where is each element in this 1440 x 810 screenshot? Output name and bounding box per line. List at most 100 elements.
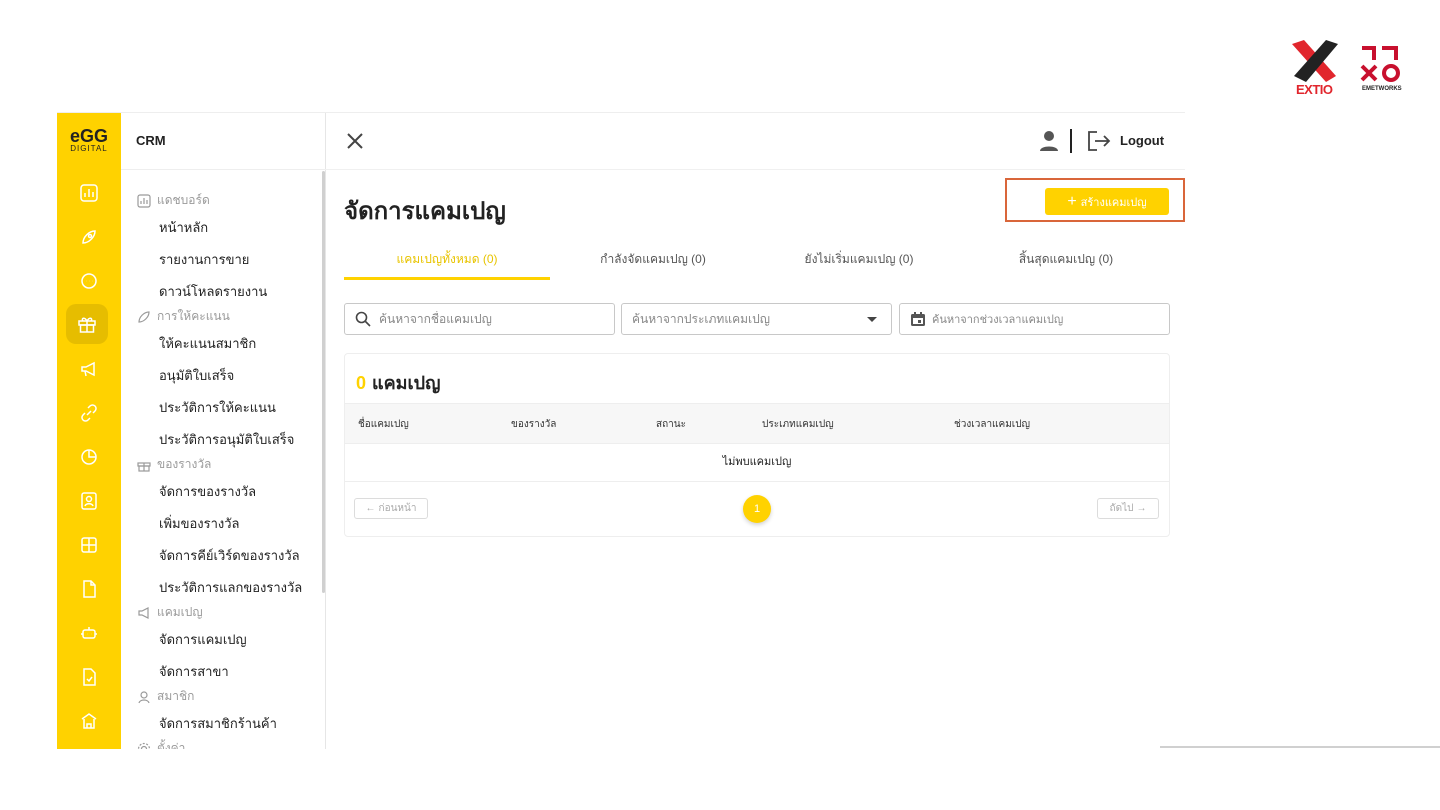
document-check-icon (83, 668, 96, 686)
column-header: ชื่อแคมเปญ (358, 419, 409, 430)
close-icon[interactable] (345, 131, 365, 151)
user-icon (138, 690, 150, 703)
extio-logo-text: EXTIO (1296, 82, 1333, 97)
egg-digital-logo[interactable]: eGG DIGITAL (57, 113, 121, 169)
search-name-input[interactable] (377, 311, 591, 327)
app-window: eGG DIGITAL CRM แดชบอร์ด หน้าหลัก รายงาน… (57, 112, 1440, 749)
rail-chat-button[interactable] (75, 267, 103, 295)
menu-item-redeem-history[interactable]: ประวัติการแลกของรางวัล (159, 577, 302, 598)
menu-section-label: แดชบอร์ด (157, 193, 210, 207)
rocket-icon (138, 310, 150, 323)
create-campaign-label: สร้างแคมเปญ (1080, 196, 1147, 209)
gear-icon (137, 742, 151, 749)
calendar-icon (911, 312, 925, 326)
tab-upcoming-campaigns[interactable]: ยังไม่เริ่มแคมเปญ (0) (756, 247, 962, 277)
menu-item-add-reward[interactable]: เพิ่มของรางวัล (159, 513, 240, 534)
menu-item-home[interactable]: หน้าหลัก (159, 217, 208, 238)
next-label: ถัดไป (1109, 503, 1134, 514)
rail-rewards-button[interactable] (66, 304, 108, 344)
topbar-divider (1070, 129, 1072, 153)
megaphone-icon (81, 361, 95, 377)
user-icon[interactable] (1039, 130, 1059, 152)
rail-link-button[interactable] (75, 399, 103, 427)
rail-campaign-button[interactable] (75, 355, 103, 383)
menu-item-approve-receipt[interactable]: อนุมัติใบเสร็จ (159, 365, 234, 386)
next-page-button[interactable]: ถัดไป → (1097, 498, 1159, 519)
menu-item-receipt-history[interactable]: ประวัติการอนุมัติใบเสร็จ (159, 429, 294, 450)
main-content: Logout จัดการแคมเปญ + สร้างแคมเปญ แคมเปญ… (325, 113, 1440, 749)
tab-ended-campaigns[interactable]: สิ้นสุดแคมเปญ (0) (962, 247, 1170, 277)
menu-item-manage-rewards[interactable]: จัดการของรางวัล (159, 481, 256, 502)
tab-running-campaigns[interactable]: กำลังจัดแคมเปญ (0) (550, 247, 756, 277)
link-icon (81, 404, 97, 422)
chat-icon (81, 273, 97, 289)
menu-section-label: ตั้งค่า (157, 741, 186, 749)
gift-icon (78, 317, 96, 333)
page-number-current[interactable]: 1 (743, 495, 771, 523)
grid-icon (81, 537, 97, 553)
date-range-placeholder: ค้นหาจากช่วงเวลาแคมเปญ (932, 314, 1064, 326)
menu-section-settings: ตั้งค่า (137, 739, 185, 749)
plus-icon: + (1067, 192, 1077, 210)
emetworks-logo-text: EMETWORKS (1362, 86, 1402, 92)
logout-button[interactable]: Logout (1120, 133, 1164, 148)
campaign-type-select[interactable]: ค้นหาจากประเภทแคมเปญ (621, 303, 892, 335)
top-bar: Logout (325, 113, 1185, 170)
column-header: ช่วงเวลาแคมเปญ (954, 419, 1031, 430)
rail-dashboard-button[interactable] (75, 179, 103, 207)
menu-section-dashboard: แดชบอร์ด (137, 191, 210, 210)
contact-card-icon (81, 492, 97, 510)
menu-title: CRM (136, 133, 166, 148)
campaign-count-heading: 0 แคมเปญ (356, 368, 440, 397)
gift-icon (137, 461, 151, 472)
arrow-right-icon: → (1136, 503, 1147, 514)
rail-grid-button[interactable] (75, 531, 103, 559)
store-icon (81, 713, 97, 729)
menu-item-points-history[interactable]: ประวัติการให้คะแนน (159, 397, 276, 418)
tab-all-campaigns[interactable]: แคมเปญทั้งหมด (0) (344, 247, 550, 280)
menu-item-give-points[interactable]: ให้คะแนนสมาชิก (159, 333, 256, 354)
menu-item-sales-report[interactable]: รายงานการขาย (159, 249, 249, 270)
campaign-tabs: แคมเปญทั้งหมด (0) กำลังจัดแคมเปญ (0) ยัง… (344, 247, 1170, 280)
chart-icon (137, 193, 151, 208)
search-name-field[interactable] (344, 303, 615, 335)
rail-store-button[interactable] (75, 707, 103, 735)
column-header: สถานะ (656, 419, 686, 430)
search-icon (355, 311, 371, 327)
menu-scroll-area[interactable]: แดชบอร์ด หน้าหลัก รายงานการขาย ดาวน์โหลด… (121, 169, 321, 749)
menu-section-label: การให้คะแนน (157, 309, 230, 323)
campaign-count: 0 (356, 373, 367, 393)
create-campaign-button[interactable]: + สร้างแคมเปญ (1045, 188, 1169, 215)
previous-page-button[interactable]: ← ก่อนหน้า (354, 498, 428, 519)
rail-points-button[interactable] (75, 223, 103, 251)
logout-icon[interactable] (1087, 130, 1111, 152)
menu-item-manage-campaign[interactable]: จัดการแคมเปญ (159, 629, 247, 650)
menu-item-manage-branch[interactable]: จัดการสาขา (159, 661, 229, 682)
logo-text-bottom: DIGITAL (70, 144, 108, 153)
date-range-field[interactable]: ค้นหาจากช่วงเวลาแคมเปญ (899, 303, 1170, 335)
rail-document-button[interactable] (75, 575, 103, 603)
sidebar-menu: CRM แดชบอร์ด หน้าหลัก รายงานการขาย ดาวน์… (121, 113, 326, 749)
previous-label: ก่อนหน้า (378, 503, 417, 514)
campaign-list-card: 0 แคมเปญ ชื่อแคมเปญ ของรางวัล สถานะ ประเภ… (344, 353, 1170, 537)
menu-item-download-report[interactable]: ดาวน์โหลดรายงาน (159, 281, 267, 302)
empty-state-row: ไม่พบแคมเปญ (345, 443, 1169, 482)
robot-icon (81, 627, 97, 639)
menu-item-reward-keywords[interactable]: จัดการคีย์เวิร์ดของรางวัล (159, 545, 300, 566)
menu-section-member: สมาชิก (137, 687, 194, 706)
menu-item-manage-members[interactable]: จัดการสมาชิกร้านค้า (159, 713, 277, 734)
rail-robot-button[interactable] (75, 619, 103, 647)
rail-member-button[interactable] (75, 487, 103, 515)
megaphone-icon (138, 606, 149, 619)
rail-approval-button[interactable] (75, 663, 103, 691)
rail-report-button[interactable] (75, 443, 103, 471)
campaign-count-label: แคมเปญ (372, 373, 441, 393)
menu-section-points: การให้คะแนน (137, 307, 230, 326)
horizontal-scrollbar[interactable] (1160, 746, 1440, 748)
chart-icon (80, 184, 98, 202)
partner-logos: EXTIO EMETWORKS (1286, 38, 1416, 100)
rocket-icon (82, 230, 96, 244)
campaign-type-placeholder: ค้นหาจากประเภทแคมเปญ (632, 311, 770, 326)
logo-text-top: eGG (69, 126, 108, 146)
pie-chart-icon (81, 449, 97, 465)
